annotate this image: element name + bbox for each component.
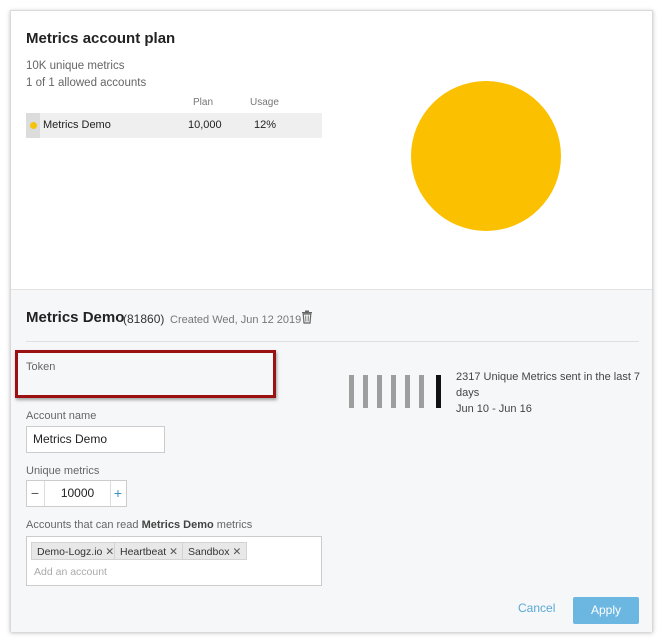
metrics-plan-dialog: Metrics account plan 10K unique metrics … xyxy=(10,10,653,632)
token-highlight-box xyxy=(15,350,276,398)
account-chip: Sandbox ✕ xyxy=(182,542,248,560)
remove-chip-icon[interactable]: ✕ xyxy=(232,546,241,558)
unique-metrics-input[interactable]: 10000 xyxy=(44,481,111,506)
sparkline-bar xyxy=(391,375,396,408)
readers-input[interactable]: Demo-Logz.io ✕ Heartbeat ✕ Sandbox ✕ Add an… xyxy=(26,536,322,586)
plan-section: Metrics account plan 10K unique metrics … xyxy=(11,11,652,290)
account-chip: Demo-Logz.io ✕ xyxy=(31,542,121,560)
column-header-usage: Usage xyxy=(250,97,279,108)
series-color-dot-icon xyxy=(30,122,37,129)
account-title: Metrics Demo xyxy=(26,309,125,326)
divider xyxy=(26,341,639,342)
column-header-plan: Plan xyxy=(193,97,214,108)
readers-label-prefix: Accounts that can read xyxy=(26,519,142,531)
metrics-stat: 2317 Unique Metrics sent in the last 7 d… xyxy=(456,369,641,417)
readers-label-account: Metrics Demo xyxy=(141,519,214,531)
sparkline-bar xyxy=(377,375,382,408)
remove-chip-icon[interactable]: ✕ xyxy=(105,546,114,558)
account-created-date: Created Wed, Jun 12 2019 xyxy=(170,314,302,326)
usage-pie-chart xyxy=(411,81,561,231)
sparkline-bar xyxy=(419,375,424,408)
allowed-accounts-summary: 1 of 1 allowed accounts xyxy=(26,77,147,89)
readers-label-suffix: metrics xyxy=(213,519,253,531)
sparkline-bar xyxy=(363,375,368,408)
chip-label: Demo-Logz.io xyxy=(37,546,103,558)
apply-button[interactable]: Apply xyxy=(573,597,639,624)
row-account-name: Metrics Demo xyxy=(43,119,111,131)
trash-icon[interactable] xyxy=(301,310,313,324)
chip-label: Heartbeat xyxy=(120,546,167,558)
decrement-button[interactable]: − xyxy=(27,481,43,506)
readers-label: Accounts that can read Metrics Demo metr… xyxy=(26,519,252,531)
account-name-label: Account name xyxy=(26,410,97,422)
table-row[interactable]: Metrics Demo 10,000 12% xyxy=(26,113,322,138)
unique-metrics-label: Unique metrics xyxy=(26,465,100,477)
metrics-stat-range: Jun 10 - Jun 16 xyxy=(456,403,532,415)
account-id: (81860) xyxy=(123,312,165,326)
unique-metrics-stepper: − 10000 + xyxy=(26,480,127,507)
remove-chip-icon[interactable]: ✕ xyxy=(169,546,178,558)
account-section: Metrics Demo (81860) Created Wed, Jun 12… xyxy=(11,290,652,632)
add-account-placeholder: Add an account xyxy=(34,566,107,578)
row-plan-value: 10,000 xyxy=(188,119,222,131)
sparkline-bar xyxy=(349,375,354,408)
unique-metrics-summary: 10K unique metrics xyxy=(26,60,125,72)
plan-title: Metrics account plan xyxy=(26,30,176,47)
increment-button[interactable]: + xyxy=(110,481,126,506)
chip-label: Sandbox xyxy=(188,546,230,558)
account-chip: Heartbeat ✕ xyxy=(114,542,184,560)
account-name-input[interactable]: Metrics Demo xyxy=(26,426,165,453)
sparkline-bar xyxy=(405,375,410,408)
cancel-button[interactable]: Cancel xyxy=(518,601,555,615)
row-usage-value: 12% xyxy=(254,119,277,131)
metrics-stat-count: 2317 Unique Metrics sent in the last 7 d… xyxy=(456,371,641,399)
sparkline-bar-current xyxy=(436,375,441,408)
